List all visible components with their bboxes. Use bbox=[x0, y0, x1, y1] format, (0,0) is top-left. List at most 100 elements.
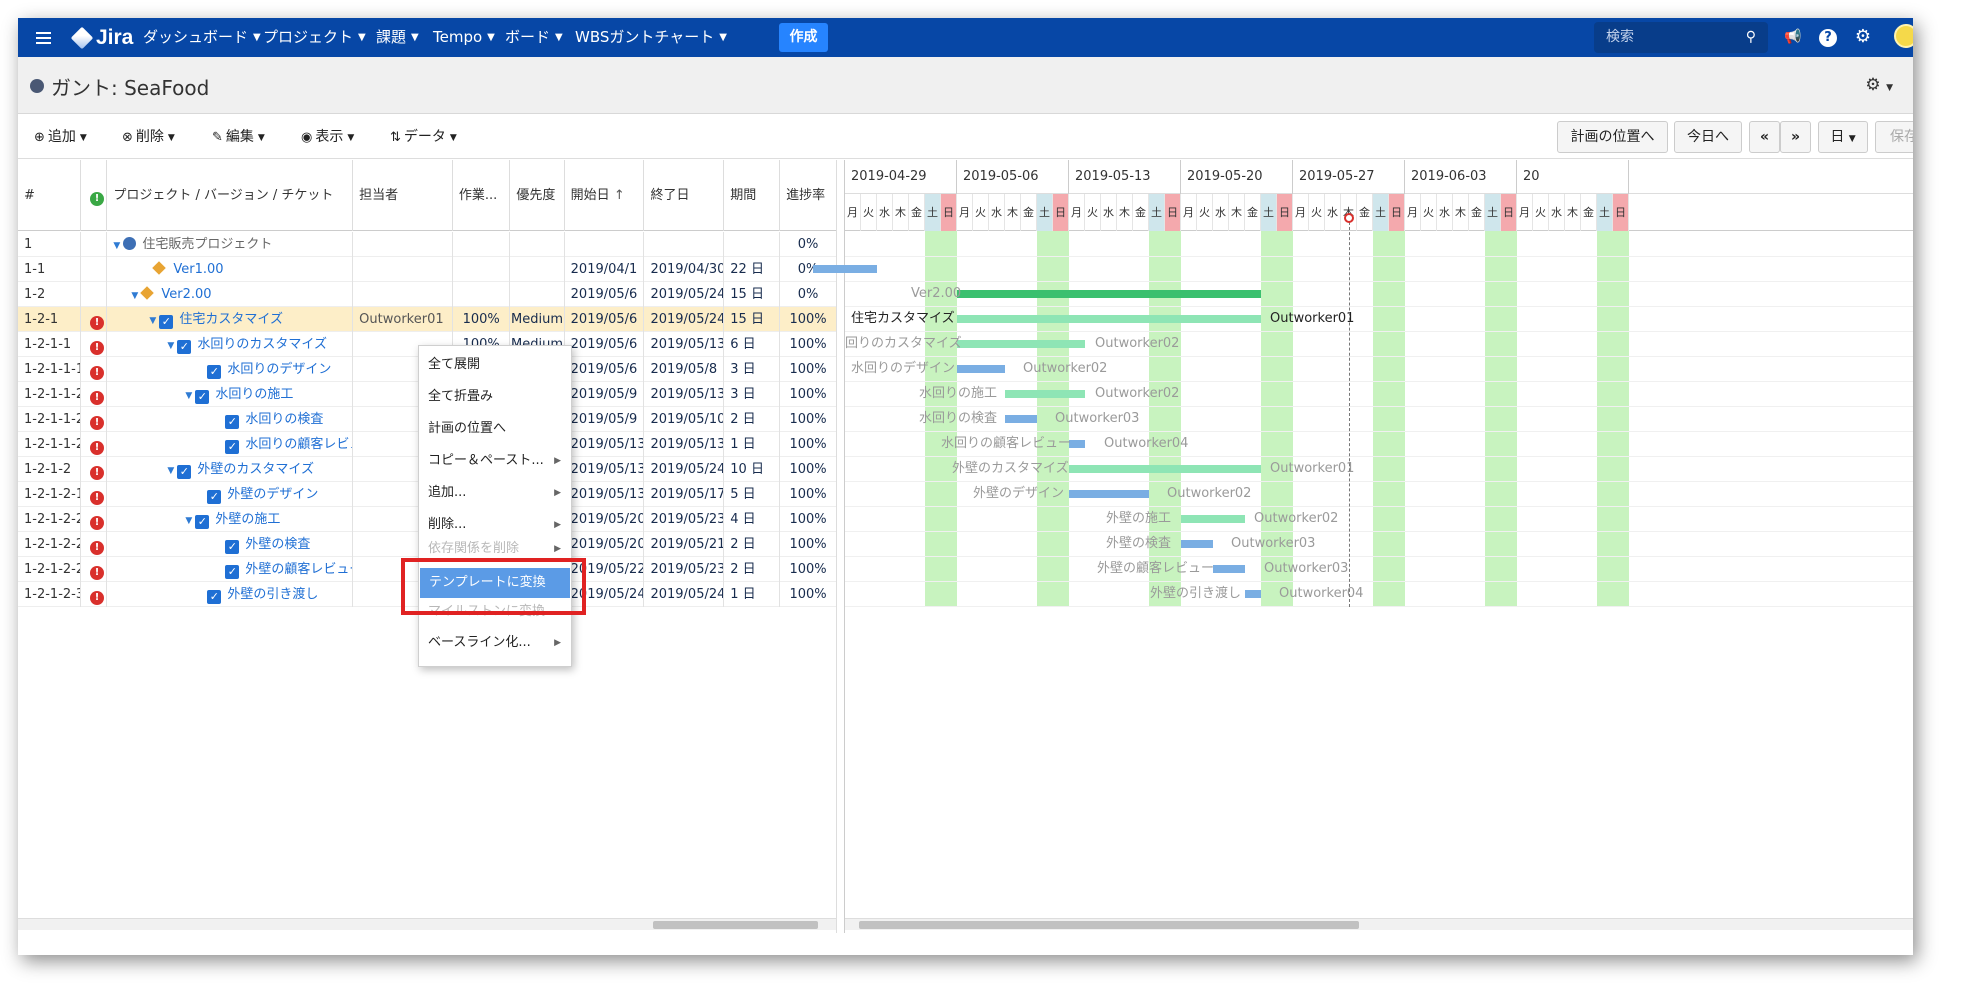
nav-issues[interactable]: 課題 ▼ bbox=[376, 18, 419, 57]
search-input[interactable]: 検索 ⚲ bbox=[1594, 22, 1768, 53]
task-link[interactable]: 外壁の検査 bbox=[245, 537, 310, 552]
menu-expand-all[interactable]: 全て展開 bbox=[419, 351, 571, 379]
row-name[interactable]: ▼ ✓ 水回りの施工 bbox=[107, 382, 354, 407]
row-name[interactable]: ✓ 水回りの顧客レビュー bbox=[107, 432, 354, 457]
task-link[interactable]: Ver1.00 bbox=[173, 262, 223, 277]
task-link[interactable]: 住宅カスタマイズ bbox=[179, 312, 283, 327]
gantt-bar-task[interactable] bbox=[1069, 490, 1149, 498]
task-link[interactable]: 水回りの顧客レビュー bbox=[245, 437, 352, 452]
row-name[interactable]: Ver1.00 bbox=[107, 257, 354, 282]
notifications-icon[interactable]: 📢 bbox=[1783, 27, 1803, 47]
checkbox-icon[interactable]: ✓ bbox=[225, 415, 240, 429]
col-header-progress[interactable]: 進捗率 bbox=[780, 160, 836, 231]
gantt-bar-task[interactable] bbox=[957, 340, 1085, 348]
row-name[interactable]: ✓ 外壁の引き渡し bbox=[107, 582, 354, 607]
gantt-bar-ver2[interactable] bbox=[957, 290, 1261, 298]
gantt-bar-task[interactable] bbox=[957, 315, 1261, 323]
checkbox-icon[interactable]: ✓ bbox=[225, 565, 240, 579]
col-header-duration[interactable]: 期間 bbox=[724, 160, 781, 231]
col-header-start[interactable]: 開始日 ↑ bbox=[565, 160, 645, 231]
splitter[interactable] bbox=[836, 160, 844, 933]
today-button[interactable]: 今日へ bbox=[1674, 121, 1742, 153]
col-header-priority[interactable]: 優先度 bbox=[510, 160, 565, 231]
gantt-settings-button[interactable]: ⚙ ▼ bbox=[1865, 75, 1893, 95]
expand-toggle-icon[interactable]: ▼ bbox=[167, 459, 177, 482]
menu-delete[interactable]: 削除... ▶ bbox=[419, 511, 571, 539]
menu-remove-dependency[interactable]: 依存関係を削除 ▶ bbox=[419, 539, 571, 559]
menu-baseline[interactable]: ベースライン化... ▶ bbox=[419, 629, 571, 657]
view-button[interactable]: ◉ 表示 ▼ bbox=[301, 125, 354, 149]
task-link[interactable]: 住宅販売プロジェクト bbox=[142, 237, 272, 252]
row-name[interactable]: ▼ ✓ 外壁の施工 bbox=[107, 507, 354, 532]
gantt-bar-task[interactable] bbox=[1213, 565, 1245, 573]
col-header-end[interactable]: 終了日 bbox=[644, 160, 725, 231]
expand-toggle-icon[interactable]: ▼ bbox=[167, 334, 177, 357]
nav-tempo[interactable]: Tempo ▼ bbox=[433, 18, 495, 57]
gantt-bar-task[interactable] bbox=[1181, 515, 1245, 523]
gantt-bar-task[interactable] bbox=[1181, 540, 1213, 548]
checkbox-icon[interactable]: ✓ bbox=[225, 540, 240, 554]
checkbox-icon[interactable]: ✓ bbox=[207, 590, 222, 604]
gantt-bar-task[interactable] bbox=[1069, 465, 1261, 473]
checkbox-icon[interactable]: ✓ bbox=[195, 515, 210, 529]
expand-toggle-icon[interactable]: ▼ bbox=[113, 234, 123, 257]
table-row[interactable]: 1 ▼ 住宅販売プロジェクト 0% bbox=[18, 232, 836, 257]
row-name[interactable]: ▼ Ver2.00 bbox=[107, 282, 354, 307]
row-name[interactable]: ✓ 水回りの検査 bbox=[107, 407, 354, 432]
task-link[interactable]: Ver2.00 bbox=[161, 287, 211, 302]
checkbox-icon[interactable]: ✓ bbox=[159, 315, 174, 329]
row-name[interactable]: ✓ 水回りのデザイン bbox=[107, 357, 354, 382]
task-link[interactable]: 水回りの検査 bbox=[245, 412, 323, 427]
edit-button[interactable]: ✎ 編集 ▼ bbox=[212, 125, 265, 149]
gantt-bar-task[interactable] bbox=[1069, 440, 1085, 448]
row-name[interactable]: ▼ ✓ 水回りのカスタマイズ bbox=[107, 332, 354, 357]
save-button[interactable]: 保存 bbox=[1875, 121, 1913, 153]
settings-icon[interactable]: ⚙ bbox=[1853, 27, 1873, 47]
gantt-bar-task[interactable] bbox=[1245, 590, 1261, 598]
expand-toggle-icon[interactable]: ▼ bbox=[149, 309, 159, 332]
nav-project[interactable]: プロジェクト ▼ bbox=[263, 18, 366, 57]
avatar[interactable] bbox=[1894, 24, 1913, 48]
data-button[interactable]: ⇅ データ ▼ bbox=[390, 125, 457, 149]
col-header-name[interactable]: プロジェクト / バージョン / チケット bbox=[107, 160, 354, 231]
checkbox-icon[interactable]: ✓ bbox=[177, 340, 192, 354]
gantt-horizontal-scrollbar[interactable] bbox=[845, 918, 1913, 930]
expand-toggle-icon[interactable]: ▼ bbox=[185, 384, 195, 407]
task-link[interactable]: 外壁の施工 bbox=[215, 512, 280, 527]
col-header-effort[interactable]: 作業... bbox=[453, 160, 511, 231]
row-name[interactable]: ✓ 外壁の検査 bbox=[107, 532, 354, 557]
task-link[interactable]: 水回りのデザイン bbox=[227, 362, 331, 377]
nav-wbs-gantt[interactable]: WBSガントチャート ▼ bbox=[575, 18, 727, 57]
delete-button[interactable]: ⊗ 削除 ▼ bbox=[122, 125, 175, 149]
gantt-bar-task[interactable] bbox=[1005, 415, 1037, 423]
checkbox-icon[interactable]: ✓ bbox=[177, 465, 192, 479]
plan-position-button[interactable]: 計画の位置へ bbox=[1557, 121, 1668, 153]
gantt-bar-task[interactable] bbox=[1005, 390, 1085, 398]
prev-button[interactable]: « bbox=[1749, 121, 1780, 153]
col-header-assignee[interactable]: 担当者 bbox=[353, 160, 453, 231]
task-link[interactable]: 水回りの施工 bbox=[215, 387, 293, 402]
menu-go-plan-position[interactable]: 計画の位置へ bbox=[419, 415, 571, 443]
checkbox-icon[interactable]: ✓ bbox=[195, 390, 210, 404]
menu-icon[interactable] bbox=[36, 18, 54, 57]
menu-copy-paste[interactable]: コピー＆ペースト... ▶ bbox=[419, 447, 571, 475]
expand-toggle-icon[interactable]: ▼ bbox=[131, 284, 141, 307]
nav-boards[interactable]: ボード ▼ bbox=[505, 18, 563, 57]
nav-dashboard[interactable]: ダッシュボード ▼ bbox=[143, 18, 261, 57]
row-name[interactable]: ✓ 外壁の顧客レビュー bbox=[107, 557, 354, 582]
task-link[interactable]: 外壁のデザイン bbox=[227, 487, 318, 502]
create-button[interactable]: 作成 bbox=[779, 23, 828, 52]
scale-select[interactable]: 日 ▼ bbox=[1818, 121, 1868, 153]
menu-collapse-all[interactable]: 全て折畳み bbox=[419, 383, 571, 411]
row-name[interactable]: ▼ ✓ 住宅カスタマイズ bbox=[107, 307, 354, 332]
table-row[interactable]: 1-1 Ver1.00 2019/04/1 2019/04/30 22 日 0% bbox=[18, 257, 836, 282]
row-name[interactable]: ▼ 住宅販売プロジェクト bbox=[107, 232, 354, 257]
table-row[interactable]: 1-2 ▼ Ver2.00 2019/05/6 2019/05/24 15 日 0% bbox=[18, 282, 836, 307]
add-button[interactable]: ⊕ 追加 ▼ bbox=[34, 125, 87, 149]
task-link[interactable]: 外壁のカスタマイズ bbox=[197, 462, 314, 477]
task-link[interactable]: 外壁の引き渡し bbox=[227, 587, 318, 602]
task-link[interactable]: 水回りのカスタマイズ bbox=[197, 337, 327, 352]
row-name[interactable]: ▼ ✓ 外壁のカスタマイズ bbox=[107, 457, 354, 482]
checkbox-icon[interactable]: ✓ bbox=[225, 440, 240, 454]
col-header-alert[interactable]: ! bbox=[81, 160, 108, 231]
